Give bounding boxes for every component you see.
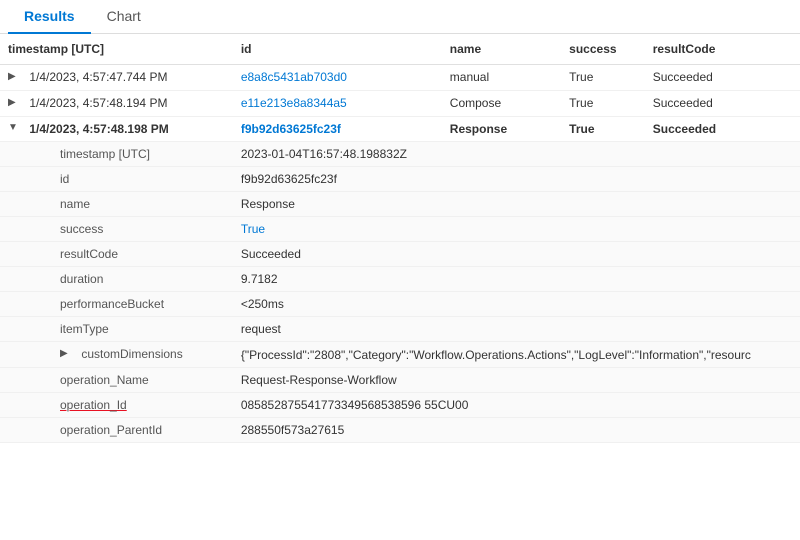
detail-label-performancebucket: performanceBucket [0, 292, 233, 317]
detail-row-duration: duration 9.7182 [0, 267, 800, 292]
detail-value-operation-name: Request-Response-Workflow [233, 368, 800, 393]
detail-value-itemtype: request [233, 317, 800, 342]
detail-label-id: id [0, 167, 233, 192]
detail-label-customdimensions: ▶ customDimensions [0, 342, 233, 368]
detail-value-operation-id: 085852875541773349568538596 55CU00 [233, 393, 800, 418]
cell-success: True [561, 90, 645, 116]
table-row[interactable]: ▶ 1/4/2023, 4:57:47.744 PM e8a8c5431ab70… [0, 65, 800, 91]
table-header-row: timestamp [UTC] id name success resultCo… [0, 34, 800, 65]
detail-value-operation-parentid: 288550f573a27615 [233, 418, 800, 443]
cell-name: Compose [442, 90, 561, 116]
results-table-wrap: timestamp [UTC] id name success resultCo… [0, 34, 800, 534]
cell-timestamp: ▶ 1/4/2023, 4:57:47.744 PM [0, 65, 233, 91]
results-table: timestamp [UTC] id name success resultCo… [0, 34, 800, 443]
detail-row-operation-name: operation_Name Request-Response-Workflow [0, 368, 800, 393]
detail-label-operation-id: operation_Id [0, 393, 233, 418]
cell-resultcode: Succeeded [645, 116, 800, 142]
table-row[interactable]: ▶ 1/4/2023, 4:57:48.194 PM e11e213e8a834… [0, 90, 800, 116]
detail-row-itemtype: itemType request [0, 317, 800, 342]
id-link-row3[interactable]: f9b92d63625fc23f [241, 122, 341, 136]
col-header-resultcode: resultCode [645, 34, 800, 65]
detail-value-name: Response [233, 192, 800, 217]
detail-label-operation-name: operation_Name [0, 368, 233, 393]
tab-chart[interactable]: Chart [91, 0, 157, 34]
detail-row-resultcode: resultCode Succeeded [0, 242, 800, 267]
detail-value-customdimensions: {"ProcessId":"2808","Category":"Workflow… [233, 342, 800, 368]
cell-id: f9b92d63625fc23f [233, 116, 442, 142]
expand-icon-row2[interactable]: ▶ [8, 97, 22, 111]
detail-value-duration: 9.7182 [233, 267, 800, 292]
detail-label-timestamp: timestamp [UTC] [0, 142, 233, 167]
detail-row-operation-parentid: operation_ParentId 288550f573a27615 [0, 418, 800, 443]
expand-icon-row3[interactable]: ▼ [8, 122, 22, 136]
cell-resultcode: Succeeded [645, 90, 800, 116]
cell-resultcode: Succeeded [645, 65, 800, 91]
id-link-row2[interactable]: e11e213e8a8344a5 [241, 96, 347, 110]
expand-icon-customdimensions[interactable]: ▶ [60, 348, 74, 362]
detail-value-resultcode: Succeeded [233, 242, 800, 267]
operation-id-label-text: operation_Id [60, 398, 127, 412]
expand-icon-row1[interactable]: ▶ [8, 71, 22, 85]
detail-row-customdimensions: ▶ customDimensions {"ProcessId":"2808","… [0, 342, 800, 368]
cell-id: e8a8c5431ab703d0 [233, 65, 442, 91]
detail-label-itemtype: itemType [0, 317, 233, 342]
cell-name: Response [442, 116, 561, 142]
detail-value-success: True [233, 217, 800, 242]
cell-timestamp: ▶ 1/4/2023, 4:57:48.194 PM [0, 90, 233, 116]
detail-row-timestamp: timestamp [UTC] 2023-01-04T16:57:48.1988… [0, 142, 800, 167]
id-link-row1[interactable]: e8a8c5431ab703d0 [241, 70, 347, 84]
detail-row-performancebucket: performanceBucket <250ms [0, 292, 800, 317]
table-row row-expanded-main[interactable]: ▼ 1/4/2023, 4:57:48.198 PM f9b92d63625fc… [0, 116, 800, 142]
detail-label-resultcode: resultCode [0, 242, 233, 267]
cell-success: True [561, 65, 645, 91]
detail-row-id: id f9b92d63625fc23f [0, 167, 800, 192]
col-header-id: id [233, 34, 442, 65]
detail-value-id: f9b92d63625fc23f [233, 167, 800, 192]
cell-name: manual [442, 65, 561, 91]
tab-results[interactable]: Results [8, 0, 91, 34]
detail-label-operation-parentid: operation_ParentId [0, 418, 233, 443]
detail-label-duration: duration [0, 267, 233, 292]
cell-timestamp: ▼ 1/4/2023, 4:57:48.198 PM [0, 116, 233, 142]
col-header-timestamp: timestamp [UTC] [0, 34, 233, 65]
cell-success: True [561, 116, 645, 142]
col-header-name: name [442, 34, 561, 65]
detail-value-performancebucket: <250ms [233, 292, 800, 317]
detail-row-operation-id: operation_Id 085852875541773349568538596… [0, 393, 800, 418]
detail-label-success: success [0, 217, 233, 242]
col-header-success: success [561, 34, 645, 65]
detail-row-success: success True [0, 217, 800, 242]
cell-id: e11e213e8a8344a5 [233, 90, 442, 116]
detail-label-name: name [0, 192, 233, 217]
detail-row-name: name Response [0, 192, 800, 217]
tabs-bar: Results Chart [0, 0, 800, 34]
detail-value-timestamp: 2023-01-04T16:57:48.198832Z [233, 142, 800, 167]
